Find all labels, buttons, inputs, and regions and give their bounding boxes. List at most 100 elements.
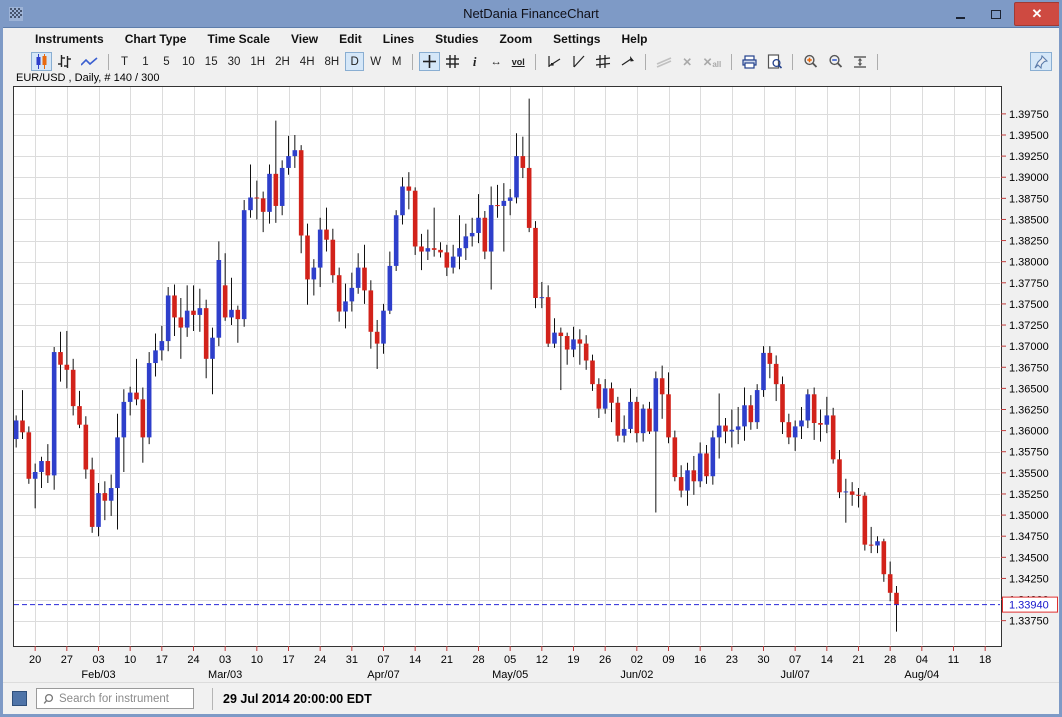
timescale-5-button[interactable]: 5 xyxy=(157,52,176,71)
svg-text:1.33940: 1.33940 xyxy=(1009,600,1049,612)
timescale-2h-button[interactable]: 2H xyxy=(271,52,294,71)
timescale-daily-button[interactable]: D xyxy=(345,52,364,71)
zoom-out-icon xyxy=(828,54,843,69)
svg-text:1.36750: 1.36750 xyxy=(1009,362,1049,374)
svg-text:10: 10 xyxy=(251,654,263,666)
title-bar[interactable]: NetDania FinanceChart ✕ xyxy=(0,0,1062,28)
svg-text:1.37500: 1.37500 xyxy=(1009,299,1049,311)
svg-text:03: 03 xyxy=(92,654,104,666)
print-preview-button[interactable] xyxy=(763,52,786,71)
window-title: NetDania FinanceChart xyxy=(0,6,1062,21)
close-button[interactable]: ✕ xyxy=(1014,2,1060,26)
candlestick-chart[interactable]: 1.397501.395001.392501.390001.387501.385… xyxy=(13,86,1059,688)
toolbar-separator xyxy=(412,54,413,70)
svg-text:1.36000: 1.36000 xyxy=(1009,426,1049,438)
svg-text:26: 26 xyxy=(599,654,611,666)
app-window: NetDania FinanceChart ✕ Instruments Char… xyxy=(0,0,1062,717)
timescale-10-button[interactable]: 10 xyxy=(178,52,199,71)
svg-text:16: 16 xyxy=(694,654,706,666)
candlestick-chart-button[interactable] xyxy=(31,52,52,71)
svg-text:1.38250: 1.38250 xyxy=(1009,236,1049,248)
toolbar-separator xyxy=(535,54,536,70)
svg-text:1.39500: 1.39500 xyxy=(1009,130,1049,142)
grid-button[interactable] xyxy=(442,52,463,71)
chart-area[interactable]: 1.397501.395001.392501.390001.387501.385… xyxy=(13,86,1059,688)
svg-text:May/05: May/05 xyxy=(492,669,528,681)
menu-bar: Instruments Chart Type Time Scale View E… xyxy=(3,28,1059,50)
copy-line-button xyxy=(652,52,676,71)
menu-time-scale[interactable]: Time Scale xyxy=(207,32,269,46)
search-icon xyxy=(41,692,59,706)
menu-settings[interactable]: Settings xyxy=(553,32,600,46)
timescale-4h-button[interactable]: 4H xyxy=(296,52,319,71)
trend-line-icon xyxy=(546,55,561,68)
fit-vertical-button[interactable] xyxy=(849,52,871,71)
menu-help[interactable]: Help xyxy=(621,32,647,46)
ohlc-chart-button[interactable] xyxy=(54,52,75,71)
svg-text:1.35250: 1.35250 xyxy=(1009,489,1049,501)
svg-text:30: 30 xyxy=(757,654,769,666)
timescale-1h-button[interactable]: 1H xyxy=(246,52,269,71)
minimize-button[interactable] xyxy=(942,2,978,26)
parallel-lines-button[interactable] xyxy=(592,52,615,71)
timescale-15-button[interactable]: 15 xyxy=(201,52,222,71)
pointer-button[interactable] xyxy=(617,52,639,71)
maximize-icon xyxy=(991,10,1001,19)
trend-ray-icon xyxy=(571,55,586,68)
line-chart-button[interactable] xyxy=(77,52,102,71)
delete-icon: ✕ xyxy=(682,55,692,69)
menu-studies[interactable]: Studies xyxy=(435,32,478,46)
svg-text:Mar/03: Mar/03 xyxy=(208,669,242,681)
search-box[interactable] xyxy=(36,688,194,709)
menu-view[interactable]: View xyxy=(291,32,318,46)
svg-text:1.39250: 1.39250 xyxy=(1009,151,1049,163)
menu-lines[interactable]: Lines xyxy=(383,32,414,46)
svg-text:11: 11 xyxy=(948,654,959,666)
svg-text:24: 24 xyxy=(314,654,326,666)
timescale-30-button[interactable]: 30 xyxy=(224,52,245,71)
menu-instruments[interactable]: Instruments xyxy=(35,32,104,46)
timescale-tick-button[interactable]: T xyxy=(115,52,134,71)
search-input[interactable] xyxy=(59,693,179,705)
info-button[interactable]: i xyxy=(465,52,484,71)
menu-zoom[interactable]: Zoom xyxy=(499,32,532,46)
svg-text:1.38000: 1.38000 xyxy=(1009,257,1049,269)
menu-edit[interactable]: Edit xyxy=(339,32,362,46)
volume-button[interactable]: vol xyxy=(508,52,529,71)
timescale-weekly-button[interactable]: W xyxy=(366,52,385,71)
crosshair-button[interactable] xyxy=(419,52,440,71)
print-button[interactable] xyxy=(738,52,761,71)
toolbar-separator xyxy=(731,54,732,70)
svg-text:18: 18 xyxy=(979,654,991,666)
zoom-in-button[interactable] xyxy=(799,52,822,71)
trend-line-button[interactable] xyxy=(542,52,565,71)
svg-text:24: 24 xyxy=(187,654,199,666)
chart-instrument-label: EUR/USD , Daily, # 140 / 300 xyxy=(16,72,159,84)
pin-button[interactable] xyxy=(1030,52,1052,71)
timescale-monthly-button[interactable]: M xyxy=(387,52,406,71)
candlestick-chart-icon xyxy=(35,54,48,69)
svg-text:28: 28 xyxy=(472,654,484,666)
svg-text:03: 03 xyxy=(219,654,231,666)
ohlc-chart-icon xyxy=(58,54,71,69)
maximize-button[interactable] xyxy=(978,2,1014,26)
toolbar-separator xyxy=(108,54,109,70)
svg-text:1.33750: 1.33750 xyxy=(1009,616,1049,628)
pin-icon xyxy=(1034,55,1048,69)
instrument-list-icon[interactable] xyxy=(12,691,27,706)
minimize-icon xyxy=(956,17,965,19)
svg-text:Jul/07: Jul/07 xyxy=(780,669,809,681)
svg-text:19: 19 xyxy=(567,654,579,666)
zoom-out-button[interactable] xyxy=(824,52,847,71)
timescale-1-button[interactable]: 1 xyxy=(136,52,155,71)
expand-button[interactable]: ↔ xyxy=(486,52,506,71)
svg-text:1.36500: 1.36500 xyxy=(1009,383,1049,395)
menu-chart-type[interactable]: Chart Type xyxy=(125,32,187,46)
svg-text:07: 07 xyxy=(377,654,389,666)
trend-ray-button[interactable] xyxy=(567,52,590,71)
print-preview-icon xyxy=(767,54,782,69)
grid-icon xyxy=(446,55,459,68)
timescale-8h-button[interactable]: 8H xyxy=(321,52,344,71)
toolbar-separator xyxy=(792,54,793,70)
delete-all-lines-button: ✕all xyxy=(699,52,726,71)
